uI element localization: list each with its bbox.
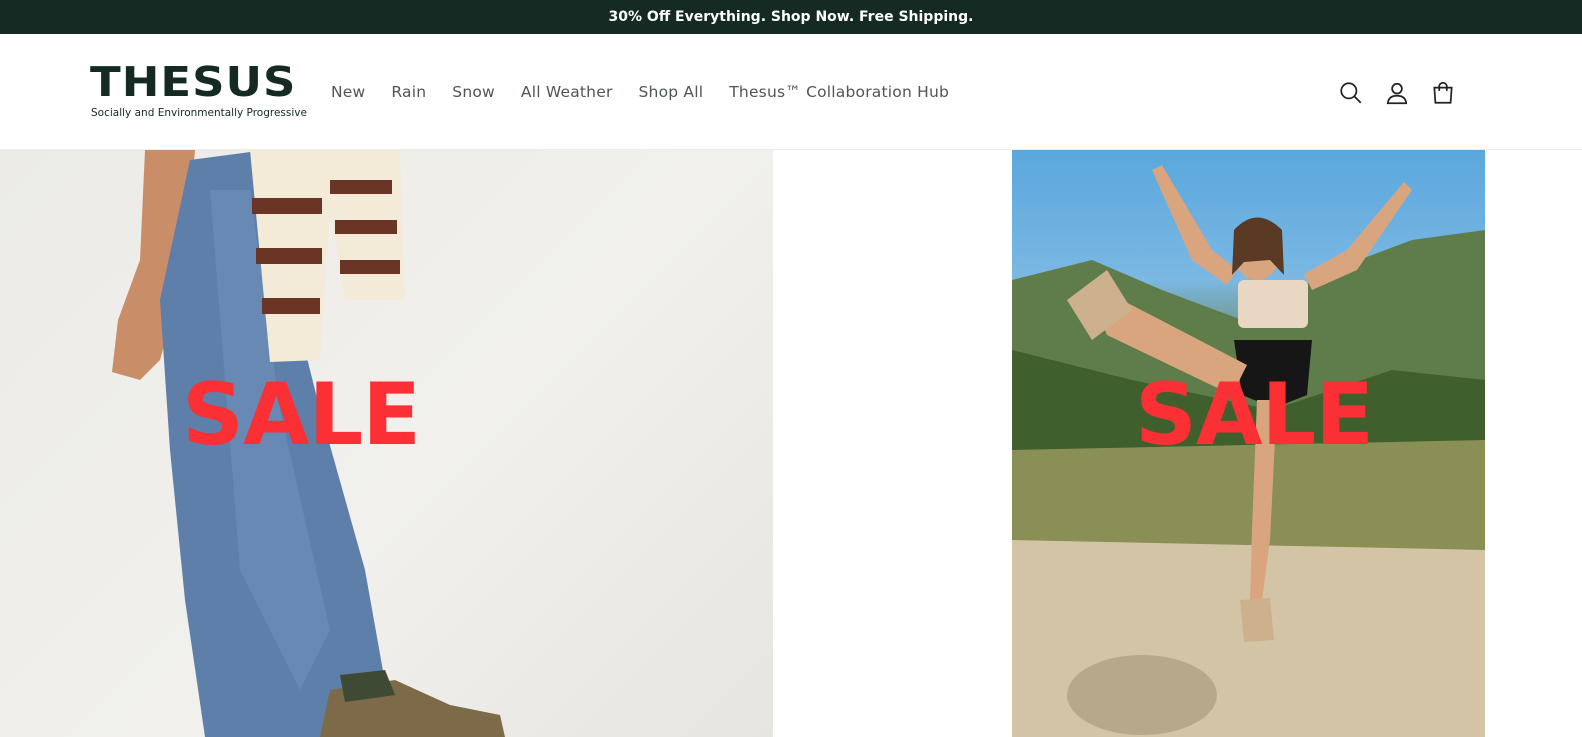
account-icon <box>1386 82 1408 105</box>
nav-item-rain[interactable]: Rain <box>391 83 426 101</box>
cart-icon <box>1433 81 1453 104</box>
brand-tagline: Socially and Environmentally Progressive <box>91 107 307 119</box>
header-icons <box>1336 78 1474 108</box>
announcement-text[interactable]: 30% Off Everything. Shop Now. Free Shipp… <box>609 9 974 25</box>
nav-item-all-weather[interactable]: All Weather <box>521 83 613 101</box>
hero-right-sale-text: SALE <box>1135 365 1374 465</box>
hero-left-banner[interactable]: SALE <box>0 150 773 737</box>
brand-wordmark: THESUS <box>90 57 297 107</box>
nav-item-collaboration-hub[interactable]: Thesus™ Collaboration Hub <box>729 83 949 101</box>
brand-logo[interactable]: THESUS Socially and Environmentally Prog… <box>90 57 307 122</box>
account-button[interactable] <box>1382 78 1412 108</box>
hero-left-sale-text: SALE <box>182 365 421 465</box>
nav-item-snow[interactable]: Snow <box>452 83 495 101</box>
nav-item-shop-all[interactable]: Shop All <box>639 83 704 101</box>
search-button[interactable] <box>1336 78 1366 108</box>
site-header: THESUS Socially and Environmentally Prog… <box>0 34 1582 150</box>
main-nav: New Rain Snow All Weather Shop All Thesu… <box>331 34 975 150</box>
nav-item-new[interactable]: New <box>331 83 365 101</box>
search-icon <box>1340 82 1362 104</box>
announcement-bar[interactable]: 30% Off Everything. Shop Now. Free Shipp… <box>0 0 1582 34</box>
cart-button[interactable] <box>1428 78 1458 108</box>
hero-right-banner[interactable]: SALE <box>1012 150 1485 737</box>
